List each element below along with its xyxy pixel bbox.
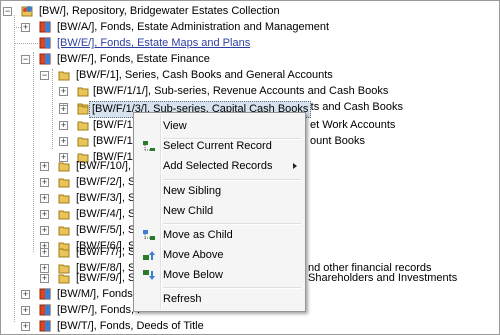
menu-item-label: Select Current Record <box>163 140 272 152</box>
submenu-arrow-icon <box>293 163 297 169</box>
folder-icon <box>58 71 70 81</box>
select-record-icon <box>143 141 155 151</box>
expand-icon[interactable]: + <box>59 87 68 96</box>
menu-item-select-current-record[interactable]: Select Current Record <box>136 136 303 156</box>
menu-item-label: Move Below <box>163 269 223 281</box>
tree-row[interactable]: + [BW/F/1/1/], Sub-series, Revenue Accou… <box>1 83 499 100</box>
fonds-icon <box>39 37 51 49</box>
tree-row[interactable]: − [BW/F/1], Series, Cash Books and Gener… <box>1 67 499 84</box>
expand-icon[interactable]: + <box>21 290 30 299</box>
menu-item-label: New Sibling <box>163 185 222 197</box>
menu-item-label: Move as Child <box>163 229 233 241</box>
expand-icon[interactable]: + <box>40 248 49 257</box>
move-as-child-icon <box>143 230 155 240</box>
menu-item-add-selected-records[interactable]: Add Selected Records <box>136 156 303 176</box>
folder-icon <box>58 248 70 258</box>
folder-icon <box>58 194 70 204</box>
menu-item-move-above[interactable]: Move Above <box>136 245 303 265</box>
fonds-icon <box>39 288 51 300</box>
tree-node-label: [BW/F/1], Series, Cash Books and General… <box>76 69 333 81</box>
folder-icon <box>58 178 70 188</box>
tree-node-label: [BW/F/1/1/], Sub-series, Revenue Account… <box>93 85 389 97</box>
tree-row[interactable]: [BW/E/], Fonds, Estate Maps and Plans <box>1 35 499 52</box>
folder-icon <box>77 137 89 147</box>
tree-node-label-tail: et Work Accounts <box>310 119 396 131</box>
tree-node-label[interactable]: [BW/E/], Fonds, Estate Maps and Plans <box>55 35 252 52</box>
expand-icon[interactable]: + <box>40 178 49 187</box>
tree-row[interactable]: + [BW/T/], Fonds, Deeds of Title <box>1 318 499 334</box>
folder-icon <box>58 162 70 172</box>
menu-item-view[interactable]: View <box>136 116 303 136</box>
folder-icon <box>58 226 70 236</box>
menu-item-label: View <box>163 120 187 132</box>
menu-item-label: Refresh <box>163 293 202 305</box>
tree-node-label: [BW/A/], Fonds, Estate Administration an… <box>57 21 330 33</box>
fonds-icon <box>39 304 51 316</box>
menu-item-move-as-child[interactable]: Move as Child <box>136 225 303 245</box>
menu-item-label: New Child <box>163 205 214 217</box>
menu-item-refresh[interactable]: Refresh <box>136 289 303 309</box>
tree-node-label: [BW/], Repository, Bridgewater Estates C… <box>39 5 280 17</box>
fonds-icon <box>39 320 51 332</box>
expand-icon[interactable]: + <box>21 306 30 315</box>
context-menu: View Select Current Record Add Selected … <box>133 112 306 312</box>
expand-icon[interactable]: + <box>40 162 49 171</box>
expand-icon[interactable]: + <box>59 137 68 146</box>
collapse-icon[interactable]: − <box>40 71 49 80</box>
expand-icon[interactable]: + <box>21 23 30 32</box>
menu-item-move-below[interactable]: Move Below <box>136 265 303 285</box>
fonds-icon <box>39 21 51 33</box>
folder-icon <box>77 87 89 97</box>
repository-icon <box>21 6 33 17</box>
folder-icon <box>77 105 89 115</box>
collapse-icon[interactable]: − <box>21 55 30 64</box>
collapse-icon[interactable]: − <box>3 7 12 16</box>
expand-icon[interactable]: + <box>59 105 68 114</box>
expand-icon[interactable]: + <box>40 274 49 283</box>
tree-row[interactable]: − [BW/], Repository, Bridgewater Estates… <box>1 3 499 20</box>
menu-item-label: Move Above <box>163 249 224 261</box>
move-above-icon <box>143 251 155 260</box>
folder-icon <box>77 121 89 131</box>
expand-icon[interactable]: + <box>21 322 30 331</box>
expand-icon[interactable]: + <box>40 210 49 219</box>
tree-node-label-tail: Shareholders and Investments <box>308 272 458 284</box>
tree-node-label: [BW/T/], Fonds, Deeds of Title <box>57 320 204 332</box>
tree-row[interactable]: + [BW/A/], Fonds, Estate Administration … <box>1 19 499 36</box>
tree-row[interactable]: − [BW/F/], Fonds, Estate Finance <box>1 51 499 68</box>
folder-icon <box>58 210 70 220</box>
expand-icon[interactable]: + <box>40 194 49 203</box>
expand-icon[interactable]: + <box>59 121 68 130</box>
tree-node-label: [BW/F/], Fonds, Estate Finance <box>57 53 210 65</box>
tree-node-label-tail: ount Books <box>310 135 366 147</box>
fonds-icon <box>39 53 51 65</box>
menu-item-new-child[interactable]: New Child <box>136 201 303 221</box>
tree-panel: − [BW/], Repository, Bridgewater Estates… <box>0 0 500 335</box>
expand-icon[interactable]: + <box>40 226 49 235</box>
menu-item-label: Add Selected Records <box>163 160 273 172</box>
menu-item-new-sibling[interactable]: New Sibling <box>136 181 303 201</box>
folder-icon <box>58 274 70 284</box>
move-below-icon <box>143 270 155 280</box>
